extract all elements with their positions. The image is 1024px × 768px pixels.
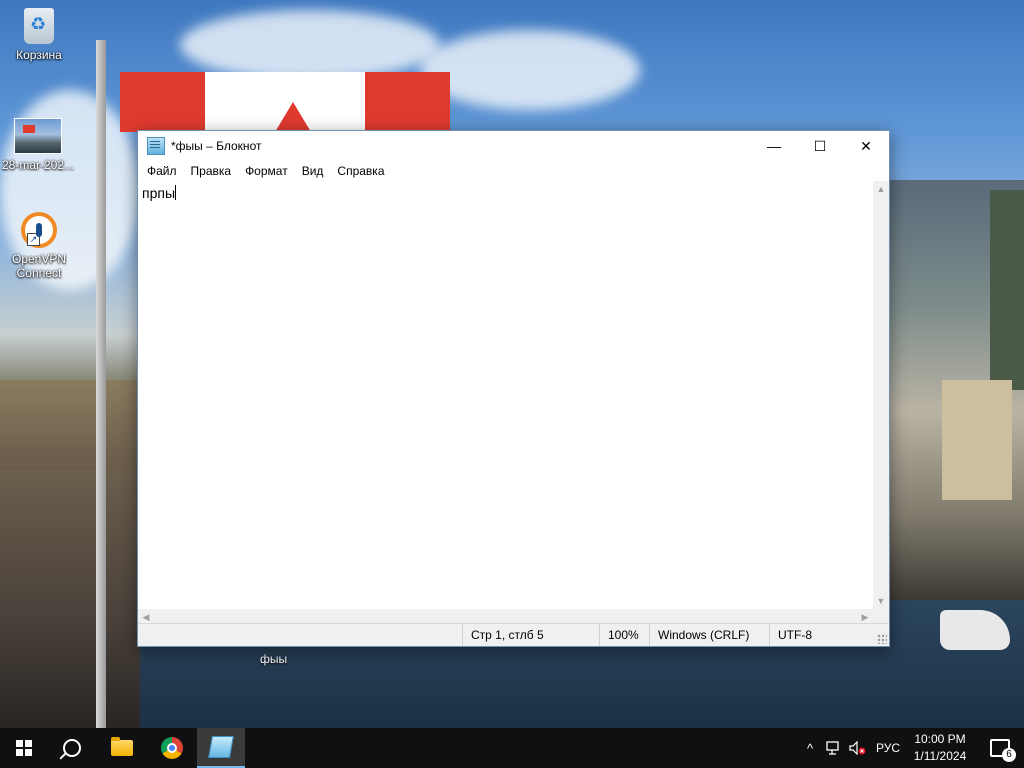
notification-count-badge: 6 [1002,748,1016,762]
menu-format[interactable]: Формат [238,164,295,178]
input-language-indicator[interactable]: РУС [872,728,904,768]
search-button[interactable] [48,728,96,768]
status-bar: Стр 1, стлб 5 100% Windows (CRLF) UTF-8 [138,623,889,646]
start-button[interactable] [0,728,48,768]
close-button[interactable]: ✕ [843,131,889,161]
shortcut-arrow-icon: ↗ [27,233,40,246]
taskbar-clock[interactable]: 10:00 PM 1/11/2024 [905,728,975,768]
menu-bar: Файл Правка Формат Вид Справка [138,161,889,181]
scroll-up-icon[interactable]: ▲ [873,181,889,197]
volume-muted-icon[interactable] [847,728,869,768]
editor-text: прпы [142,185,176,201]
menu-file[interactable]: Файл [140,164,184,178]
maximize-button[interactable]: ☐ [797,131,843,161]
text-editor[interactable]: прпы [138,181,875,609]
desktop-icon-recycle-bin[interactable]: Корзина [1,8,77,62]
chrome-icon [161,737,183,759]
desktop-icon-label: Корзина [16,48,62,62]
window-title: *фыы – Блокнот [171,139,262,153]
title-bar[interactable]: *фыы – Блокнот — ☐ ✕ [138,131,889,161]
text-caret [175,185,177,200]
clock-time: 10:00 PM [914,732,966,746]
file-explorer-icon [111,737,133,756]
search-icon [63,739,81,757]
notepad-taskbar-button[interactable] [197,728,245,768]
menu-help[interactable]: Справка [330,164,391,178]
resize-grip-icon[interactable] [877,634,887,644]
windows-logo-icon [16,740,32,756]
action-center-button[interactable]: 6 [980,728,1020,768]
taskbar: ^ РУС 10:00 PM 1/11/2024 6 [0,728,1024,768]
desktop-icon-openvpn[interactable]: ↗ OpenVPN Connect [1,212,77,280]
desktop-icon-label: 28-mar-202... [1,158,75,172]
clock-date: 1/11/2024 [913,749,967,763]
status-encoding: UTF-8 [769,624,869,646]
vertical-scrollbar[interactable]: ▲ ▼ [873,181,889,609]
scroll-down-icon[interactable]: ▼ [873,593,889,609]
chrome-button[interactable] [148,728,196,768]
notepad-icon [208,736,234,758]
notepad-window[interactable]: *фыы – Блокнот — ☐ ✕ Файл Правка Формат … [137,130,890,647]
menu-view[interactable]: Вид [295,164,331,178]
file-explorer-button[interactable] [98,728,146,768]
desktop-icon-label: OpenVPN Connect [11,252,67,280]
minimize-button[interactable]: — [751,131,797,161]
recycle-bin-icon [24,8,54,44]
image-file-icon [14,118,62,154]
openvpn-icon: ↗ [21,212,57,248]
menu-edit[interactable]: Правка [184,164,239,178]
status-cursor-position: Стр 1, стлб 5 [462,624,599,646]
desktop-file-label[interactable]: фыы [260,652,287,666]
show-hidden-icons-chevron-icon[interactable]: ^ [800,728,820,768]
network-icon[interactable] [823,728,845,768]
status-zoom: 100% [599,624,649,646]
status-line-endings: Windows (CRLF) [649,624,769,646]
desktop-icon-image-file[interactable]: 28-mar-202... [0,118,76,172]
notepad-app-icon[interactable] [147,137,165,155]
